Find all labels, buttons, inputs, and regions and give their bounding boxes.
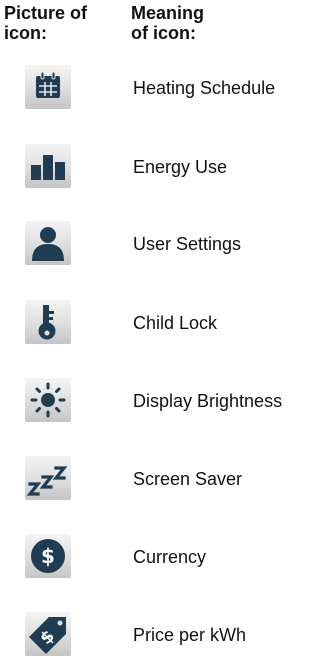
label-energy-use: Energy Use xyxy=(133,157,228,177)
user-icon xyxy=(25,221,71,265)
legend-row-heating-schedule: Heating Schedule xyxy=(0,57,325,117)
header-picture-line1: Picture of xyxy=(4,3,88,23)
header-meaning-line1: Meaning xyxy=(131,3,205,23)
legend-row-child-lock: Child Lock xyxy=(0,292,325,352)
label-user-settings: User Settings xyxy=(133,234,242,254)
legend-row-screen-saver: Screen Saver xyxy=(0,448,325,508)
legend-row-display-brightness: Display Brightness xyxy=(0,370,325,430)
calendar-icon xyxy=(25,65,71,109)
key-icon xyxy=(25,300,71,344)
header-picture-line2: icon: xyxy=(4,23,47,43)
header-picture-of-icon: Picture of icon: xyxy=(4,3,87,43)
label-price-per-kwh: Price per kWh xyxy=(133,625,247,645)
legend-row-currency: $ Currency xyxy=(0,526,325,586)
legend-row-price-per-kwh: $ Price per kWh xyxy=(0,604,325,664)
label-currency: Currency xyxy=(133,547,207,567)
legend-row-energy-use: Energy Use xyxy=(0,136,325,196)
svg-text:$: $ xyxy=(41,544,55,568)
header-meaning-of-icon: Meaning of icon: xyxy=(131,3,204,43)
header-meaning-line2: of icon: xyxy=(131,23,196,43)
bar-chart-icon xyxy=(25,144,71,188)
label-heating-schedule: Heating Schedule xyxy=(133,78,276,98)
dollar-coin-icon: $ xyxy=(25,534,71,578)
sleep-zzz-icon xyxy=(25,456,71,500)
legend-row-user-settings: User Settings xyxy=(0,213,325,273)
label-display-brightness: Display Brightness xyxy=(133,391,283,411)
label-screen-saver: Screen Saver xyxy=(133,469,243,489)
sun-icon xyxy=(25,378,71,422)
price-tag-icon: $ xyxy=(25,612,71,656)
label-child-lock: Child Lock xyxy=(133,313,218,333)
